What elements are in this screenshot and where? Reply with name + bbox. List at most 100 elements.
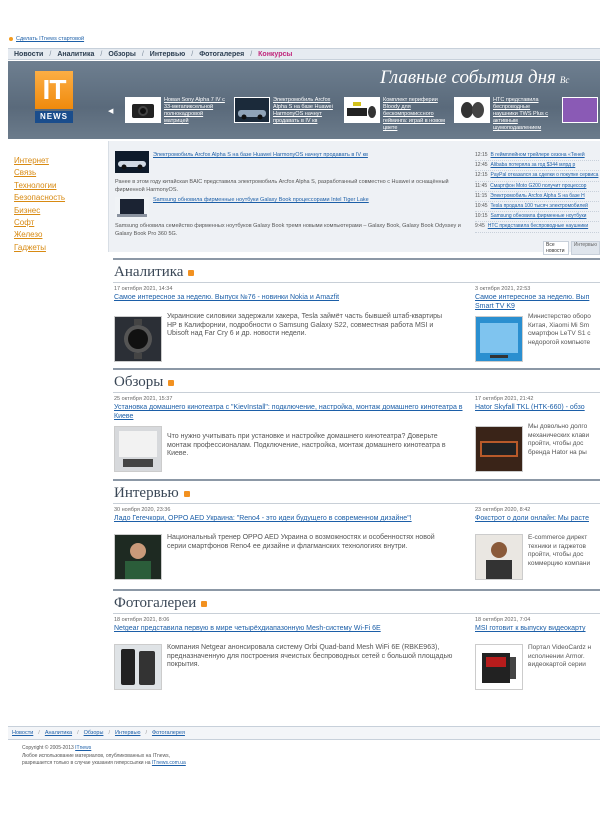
footer-navigation: Новости / Аналитика / Обзоры / Интервью / Фо… — [8, 726, 600, 740]
sidebar-item-communications[interactable]: Связь — [14, 167, 65, 179]
article-date: 18 октября 2021, 7:04 — [475, 617, 531, 623]
article-thumbnail[interactable] — [114, 316, 162, 362]
footer-link-photogallery[interactable]: Фотогалерея — [152, 730, 185, 736]
nav-item-contests[interactable]: Конкурсы — [258, 51, 292, 58]
article-date: 17 октября 2021, 21:42 — [475, 396, 534, 402]
slide-caption[interactable]: Электромобиль Arcfox Alpha S на базе Hua… — [273, 97, 335, 129]
nav-item-analytics[interactable]: Аналитика — [57, 51, 94, 58]
slide-thumbnail — [234, 97, 270, 123]
sidebar-item-gadgets[interactable]: Гаджеты — [14, 242, 65, 254]
rss-icon[interactable] — [183, 490, 190, 497]
sidebar-item-software[interactable]: Софт — [14, 217, 65, 229]
slide-caption[interactable]: Новая Sony Alpha 7 IV с 33-мегапиксельно… — [164, 97, 226, 129]
slider-item[interactable]: HTC представила беспроводные наушники TW… — [454, 97, 555, 131]
ticker-item[interactable]: 12:15 В геймплейном трейлере сезона «Тене… — [475, 151, 600, 162]
article-date: 23 октября 2020, 8:42 — [475, 507, 531, 513]
slide-thumbnail — [344, 97, 380, 123]
article-text: Компания Netgear анонсировала систему Or… — [167, 644, 453, 668]
section-interviews: Интервью 30 ноября 2020, 23:36 Ладо Геге… — [113, 479, 600, 589]
article-date: 3 октября 2021, 22:53 — [475, 286, 531, 292]
feed-tabs: Все новости Интервью — [543, 241, 600, 255]
section-title[interactable]: Интервью — [114, 485, 190, 502]
footer-copyright: Copyright © 2005-2013 ITnews Любое испол… — [22, 745, 186, 766]
tab-interviews[interactable]: Интервью — [570, 241, 600, 255]
article-card: 30 ноября 2020, 23:36 Ладо Гегечкори, OP… — [114, 507, 464, 580]
article-thumbnail[interactable] — [475, 426, 523, 472]
article-card: 23 октября 2020, 8:42 Фокстрот о доли он… — [475, 507, 600, 580]
article-title[interactable]: Самое интересное за неделю. Выпуск №76 -… — [114, 294, 454, 303]
sidebar-item-internet[interactable]: Интернет — [14, 155, 65, 167]
slider-item[interactable] — [562, 97, 598, 129]
feed-item-text: Samsung обновила семейство фирменных ноу… — [115, 223, 461, 237]
article-title[interactable]: Ладо Гегечкори, OPPO AED Украина: "Reno4… — [114, 515, 464, 524]
article-title[interactable]: Установка домашнего кинотеатра с "KievIn… — [114, 404, 464, 421]
article-thumbnail[interactable] — [114, 644, 162, 690]
article-thumbnail[interactable] — [114, 534, 162, 580]
section-title[interactable]: Аналитика — [114, 264, 195, 281]
footer-site-link[interactable]: ITnews.com.ua — [152, 760, 186, 766]
footer-copyright-link[interactable]: ITnews — [75, 745, 91, 751]
ticker-item[interactable]: 11:15 Электромобиль Arcfox Alpha S на баз… — [475, 192, 600, 203]
rss-icon[interactable] — [201, 600, 208, 607]
footer-link-news[interactable]: Новости — [12, 730, 33, 736]
ticker-item[interactable]: 10:45 Tesla продала 100 тысяч электромоби… — [475, 202, 600, 213]
ticker-item[interactable]: 12:15 PayPal отказался за сделки о покупк… — [475, 171, 600, 182]
article-title[interactable]: MSI готовит к выпуску видеокарту — [475, 625, 600, 634]
article-title[interactable]: Фокстрот о доли онлайн: Мы расте — [475, 515, 600, 524]
feed-item-text: Ранее в этом году китайская BAIC предста… — [115, 179, 449, 193]
site-logo[interactable]: IT NEWS — [35, 71, 73, 123]
section-title[interactable]: Фотогалереи — [114, 595, 208, 612]
section-analytics: Аналитика 17 октября 2021, 14:34 Самое и… — [113, 258, 600, 368]
feed-item-title[interactable]: Электромобиль Arcfox Alpha S на базе Hua… — [153, 152, 368, 158]
article-title[interactable]: Самое интересное за неделю. Вып Smart TV… — [475, 294, 600, 311]
tab-all-news[interactable]: Все новости — [543, 241, 569, 255]
slide-caption[interactable]: Комплект периферии Bloody для бескомпром… — [383, 97, 445, 131]
slide-thumbnail — [562, 97, 598, 123]
footer-link-reviews[interactable]: Обзоры — [84, 730, 104, 736]
nav-item-reviews[interactable]: Обзоры — [108, 51, 136, 58]
footer-link-interviews[interactable]: Интервью — [115, 730, 140, 736]
slider-item[interactable]: Электромобиль Arcfox Alpha S на базе Hua… — [234, 97, 335, 129]
article-thumbnail[interactable] — [475, 316, 523, 362]
feed-thumbnail[interactable] — [115, 197, 149, 219]
article-text: E-commerce директ техники и гаджетов про… — [528, 534, 591, 567]
slider-item[interactable]: Новая Sony Alpha 7 IV с 33-мегапиксельно… — [125, 97, 226, 129]
slider-prev-icon[interactable]: ◀ — [108, 107, 113, 115]
sidebar-item-hardware[interactable]: Железо — [14, 229, 65, 241]
article-thumbnail[interactable] — [475, 534, 523, 580]
sidebar-item-technology[interactable]: Технологии — [14, 180, 65, 192]
make-homepage-label[interactable]: Сделать ITnews стартовой — [16, 36, 84, 42]
rss-icon[interactable] — [168, 379, 175, 386]
article-card: 18 октября 2021, 8:06 Netgear представил… — [114, 617, 464, 690]
article-title[interactable]: Netgear представила первую в мире четырё… — [114, 625, 464, 634]
slider-item[interactable]: Комплект периферии Bloody для бескомпром… — [344, 97, 445, 131]
make-homepage-link[interactable]: Сделать ITnews стартовой — [9, 36, 84, 42]
article-thumbnail[interactable] — [114, 426, 162, 472]
article-card: 3 октября 2021, 22:53 Самое интересное з… — [475, 286, 600, 362]
footer-link-analytics[interactable]: Аналитика — [45, 730, 72, 736]
nav-item-news[interactable]: Новости — [14, 51, 43, 58]
sidebar-item-business[interactable]: Бизнес — [14, 205, 65, 217]
article-thumbnail[interactable] — [475, 644, 523, 690]
nav-item-interviews[interactable]: Интервью — [150, 51, 185, 58]
top-navigation: Новости / Аналитика / Обзоры / Интервью … — [8, 48, 600, 60]
ticker-item[interactable]: 9:45 HTC представила беспроводные наушник… — [475, 222, 600, 233]
feed-item-title[interactable]: Samsung обновила фирменные ноутбуки Gala… — [153, 197, 369, 203]
article-title[interactable]: Hator Skyfall TKL (HTK-660) - обзо — [475, 404, 600, 413]
feed-thumbnail[interactable] — [115, 151, 149, 173]
article-text: Министерство оборо Китая, Xiaomi Mi Sm с… — [528, 313, 591, 346]
slide-caption[interactable]: HTC представила беспроводные наушники TW… — [493, 97, 555, 131]
sidebar-item-security[interactable]: Безопасность — [14, 192, 65, 204]
ticker-item[interactable]: 10:15 Samsung обновила фирменные ноутбуки — [475, 212, 600, 223]
rss-icon[interactable] — [188, 269, 195, 276]
slide-thumbnail — [454, 97, 490, 123]
section-title[interactable]: Обзоры — [114, 374, 175, 391]
nav-item-photogallery[interactable]: Фотогалерея — [199, 51, 244, 58]
article-card: 25 октября 2021, 15:37 Установка домашне… — [114, 396, 464, 472]
article-card: 17 октября 2021, 14:34 Самое интересное … — [114, 286, 454, 362]
ticker-item[interactable]: 11:45 Смартфон Moto G200 получит процессо… — [475, 182, 600, 192]
article-text: Украинские силовики задержали хакера, Te… — [167, 313, 443, 337]
article-date: 30 ноября 2020, 23:36 — [114, 507, 171, 513]
logo-news: NEWS — [35, 111, 73, 123]
ticker-item[interactable]: 12:45 Alibaba потеряла за год $344 млрд р — [475, 161, 600, 172]
